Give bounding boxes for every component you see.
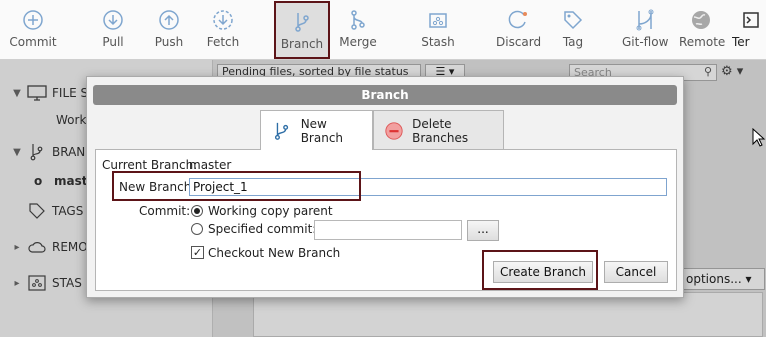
tag-button[interactable]: Tag bbox=[560, 6, 586, 56]
checkout-new-branch-checkbox[interactable]: ✓ bbox=[191, 246, 204, 259]
tab-delete-branches[interactable]: Delete Branches bbox=[373, 110, 504, 150]
discard-icon bbox=[506, 8, 530, 32]
git-flow-label: Git-flow bbox=[622, 35, 669, 49]
stash-icon bbox=[426, 8, 450, 32]
terminal-button[interactable]: Ter bbox=[732, 6, 766, 56]
pull-label: Pull bbox=[102, 35, 124, 49]
pull-button[interactable]: Pull bbox=[96, 6, 130, 56]
branch-icon bbox=[271, 120, 293, 142]
specified-commit-label[interactable]: Specified commit: bbox=[208, 222, 316, 236]
terminal-label: Ter bbox=[732, 35, 750, 49]
cancel-button[interactable]: Cancel bbox=[604, 261, 668, 283]
git-flow-icon bbox=[633, 8, 657, 32]
tab-new-branch[interactable]: New Branch bbox=[260, 110, 373, 150]
fetch-icon bbox=[211, 8, 235, 32]
globe-icon bbox=[689, 8, 713, 32]
commit-label: Commit bbox=[9, 35, 57, 49]
plus-circle-icon bbox=[21, 8, 45, 32]
specified-commit-radio[interactable] bbox=[191, 223, 203, 235]
merge-icon bbox=[346, 8, 370, 32]
tab-delete-branches-label: Delete Branches bbox=[412, 116, 469, 145]
tag-label: Tag bbox=[562, 35, 584, 49]
current-branch-label: Current Branch: bbox=[102, 158, 198, 172]
commit-label: Commit: bbox=[139, 204, 191, 218]
tab-new-branch-label: New Branch bbox=[300, 116, 344, 145]
arrow-up-circle-icon bbox=[157, 8, 181, 32]
working-copy-parent-radio[interactable] bbox=[191, 205, 203, 217]
minus-circle-icon bbox=[384, 120, 404, 142]
commit-button[interactable]: Commit bbox=[8, 6, 58, 56]
specified-commit-input[interactable] bbox=[314, 220, 462, 240]
fetch-button[interactable]: Fetch bbox=[204, 6, 242, 56]
stash-label: Stash bbox=[421, 35, 455, 49]
push-button[interactable]: Push bbox=[151, 6, 187, 56]
merge-button[interactable]: Merge bbox=[338, 6, 378, 56]
merge-label: Merge bbox=[339, 35, 377, 49]
toolbar: Commit Pull Push Fetch Branch Merge Stas… bbox=[0, 0, 766, 60]
arrow-down-circle-icon bbox=[101, 8, 125, 32]
fetch-label: Fetch bbox=[206, 35, 240, 49]
terminal-icon bbox=[740, 8, 764, 32]
discard-label: Discard bbox=[496, 35, 542, 49]
checkout-new-branch-label[interactable]: Checkout New Branch bbox=[208, 246, 340, 260]
push-label: Push bbox=[154, 35, 184, 49]
current-branch-value: master bbox=[189, 158, 232, 172]
remote-button[interactable]: Remote bbox=[679, 6, 726, 56]
stash-button[interactable]: Stash bbox=[419, 6, 457, 56]
branch-icon bbox=[290, 10, 314, 34]
branch-button[interactable]: Branch bbox=[274, 1, 330, 59]
browse-commit-button[interactable]: ... bbox=[467, 220, 499, 241]
remote-label: Remote bbox=[679, 35, 726, 49]
git-flow-button[interactable]: Git-flow bbox=[622, 6, 668, 56]
create-branch-highlight bbox=[482, 250, 598, 290]
tag-icon bbox=[561, 8, 585, 32]
dialog-title: Branch bbox=[93, 85, 677, 105]
working-copy-parent-label[interactable]: Working copy parent bbox=[208, 204, 333, 218]
branch-label: Branch bbox=[280, 37, 324, 51]
discard-button[interactable]: Discard bbox=[496, 6, 542, 56]
new-branch-highlight bbox=[112, 171, 361, 201]
mouse-cursor-icon bbox=[752, 127, 766, 148]
